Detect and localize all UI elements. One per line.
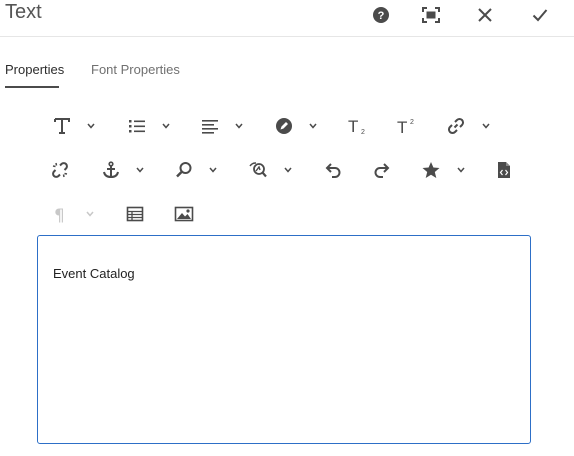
text-format-button[interactable] — [47, 113, 77, 139]
paragraph-align-button[interactable] — [195, 113, 225, 139]
chevron-down-icon — [209, 167, 217, 173]
special-characters-dropdown[interactable] — [456, 165, 466, 175]
find-dropdown[interactable] — [208, 165, 218, 175]
check-icon — [532, 9, 548, 22]
dialog-header: Text ? — [0, 0, 574, 37]
table-button[interactable] — [120, 201, 150, 227]
link-dropdown[interactable] — [481, 121, 491, 131]
list-button[interactable] — [122, 113, 152, 139]
unlink-icon — [52, 162, 68, 178]
paragraph-align-icon — [202, 120, 218, 134]
color-button[interactable] — [269, 113, 299, 139]
chevron-down-icon — [162, 123, 170, 129]
active-tab-indicator — [5, 86, 59, 88]
fullscreen-icon — [422, 7, 440, 23]
color-fill-icon — [276, 118, 292, 134]
superscript-button[interactable]: T 2 — [392, 113, 422, 139]
unlink-button[interactable] — [45, 157, 75, 183]
text-format-icon — [54, 118, 70, 134]
undo-button[interactable] — [318, 157, 348, 183]
subscript-icon: T 2 — [348, 117, 365, 135]
chevron-down-icon — [136, 167, 144, 173]
chevron-down-icon — [482, 123, 490, 129]
tab-bar: Properties Font Properties — [0, 56, 574, 88]
fullscreen-button[interactable] — [419, 3, 443, 27]
chevron-down-icon — [87, 123, 95, 129]
svg-text:T: T — [397, 118, 407, 135]
chevron-down-icon — [86, 211, 94, 217]
source-edit-icon — [498, 162, 510, 178]
list-dropdown[interactable] — [161, 121, 171, 131]
table-icon — [126, 206, 144, 222]
chevron-down-icon — [284, 167, 292, 173]
svg-text:¶: ¶ — [54, 206, 65, 223]
redo-icon — [374, 163, 390, 178]
find-button[interactable] — [169, 157, 199, 183]
find-replace-button[interactable] — [243, 157, 273, 183]
help-icon: ? — [373, 7, 389, 23]
chevron-down-icon — [309, 123, 317, 129]
find-icon — [176, 162, 192, 178]
superscript-icon: T 2 — [397, 118, 414, 135]
close-icon — [478, 8, 492, 22]
tab-font-properties[interactable]: Font Properties — [91, 62, 180, 77]
image-button[interactable] — [169, 201, 199, 227]
image-icon — [174, 206, 194, 222]
chevron-down-icon — [235, 123, 243, 129]
paragraph-format-icon: ¶ — [54, 206, 65, 223]
svg-text:T: T — [348, 117, 358, 135]
color-dropdown[interactable] — [308, 121, 318, 131]
paragraph-align-dropdown[interactable] — [234, 121, 244, 131]
rich-text-editor[interactable]: Event Catalog — [37, 235, 531, 444]
anchor-dropdown[interactable] — [135, 165, 145, 175]
undo-icon — [325, 163, 341, 178]
link-button[interactable] — [441, 113, 471, 139]
help-button[interactable]: ? — [369, 3, 393, 27]
svg-text:2: 2 — [361, 129, 365, 135]
source-edit-button[interactable] — [489, 157, 519, 183]
text-format-dropdown[interactable] — [86, 121, 96, 131]
svg-text:2: 2 — [410, 119, 414, 126]
anchor-button[interactable] — [96, 157, 126, 183]
paragraph-format-button: ¶ — [45, 201, 75, 227]
dialog-title: Text — [5, 1, 42, 23]
chevron-down-icon — [457, 167, 465, 173]
special-characters-button[interactable] — [416, 157, 446, 183]
subscript-button[interactable]: T 2 — [343, 113, 373, 139]
find-replace-icon — [249, 162, 267, 178]
anchor-icon — [103, 161, 119, 179]
tab-properties[interactable]: Properties — [5, 62, 64, 77]
editor-content[interactable]: Event Catalog — [53, 266, 135, 281]
close-button[interactable] — [473, 3, 497, 27]
done-button[interactable] — [528, 3, 552, 27]
svg-text:?: ? — [378, 10, 385, 22]
list-icon — [129, 120, 145, 133]
paragraph-format-dropdown — [85, 209, 95, 219]
redo-button[interactable] — [367, 157, 397, 183]
special-character-icon — [422, 162, 440, 178]
link-icon — [447, 117, 465, 135]
find-replace-dropdown[interactable] — [283, 165, 293, 175]
